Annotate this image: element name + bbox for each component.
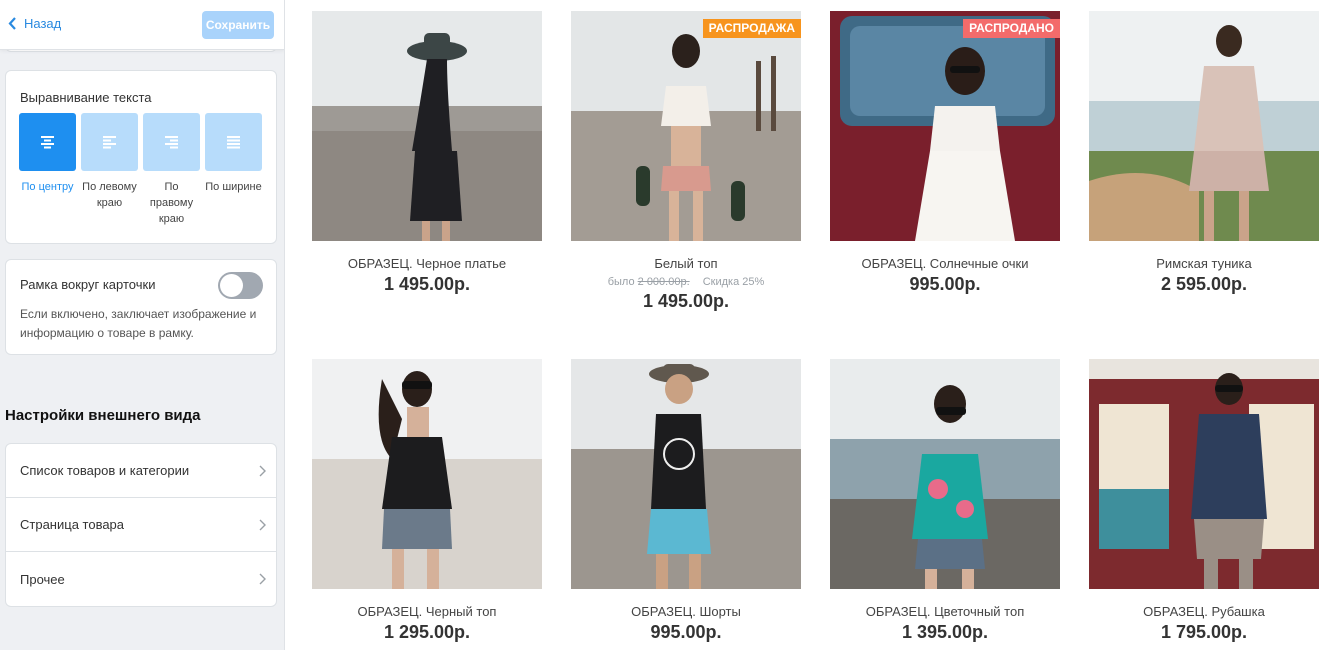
align-center-label: По центру [21,181,74,193]
menu-item-product-list[interactable]: Список товаров и категории [6,444,276,498]
card-frame-toggle[interactable] [218,272,263,299]
chevron-right-icon [259,519,266,531]
product-price: 995.00р. [650,622,722,642]
card-frame-description: Если включено, заключает изображение и и… [20,307,257,340]
old-price: 2 000.00р. [637,276,690,288]
back-button[interactable]: Назад [8,16,61,31]
appearance-menu: Список товаров и категории Страница това… [5,443,277,607]
product-card[interactable]: РАСПРОДАНО ОБРАЗЕЦ. Солнечные очки 995.0… [830,11,1060,295]
product-image[interactable]: РАСПРОДАЖА [571,11,801,241]
product-name[interactable]: Белый топ [571,256,801,271]
menu-item-label: Прочее [20,571,65,587]
product-image[interactable] [1089,359,1319,589]
chevron-left-icon [8,17,16,30]
card-frame-setting: Рамка вокруг карточки Если включено, зак… [5,259,277,355]
text-align-title: Выравнивание текста [20,90,152,105]
product-price: 1 795.00р. [1160,622,1248,642]
menu-item-other[interactable]: Прочее [6,552,276,606]
product-image[interactable] [571,359,801,589]
text-align-card: Выравнивание текста По центру По левому … [5,70,277,244]
product-price: 995.00р. [909,274,981,294]
align-left-label: По левому краю [82,181,137,209]
sale-badge: РАСПРОДАЖА [702,19,801,38]
text-align-options: По центру По левому краю По правому краю… [19,113,267,227]
align-right-label: По правому краю [149,181,194,225]
product-name[interactable]: ОБРАЗЕЦ. Цветочный топ [830,604,1060,619]
product-name[interactable]: Римская туника [1089,256,1319,271]
discount-label: Скидка 25% [702,276,765,288]
product-card[interactable]: ОБРАЗЕЦ. Рубашка 1 795.00р. [1089,359,1319,643]
align-center-option[interactable]: По центру [19,113,76,227]
toggle-knob [220,274,243,297]
product-image[interactable] [1089,11,1319,241]
align-justify-icon [227,135,240,148]
product-price: 1 395.00р. [901,622,989,642]
product-card[interactable]: РАСПРОДАЖА Белый топ было 2 000.00р. Ски… [571,11,801,312]
product-card[interactable]: ОБРАЗЕЦ. Черное платье 1 495.00р. [312,11,542,295]
product-card[interactable]: Римская туника 2 595.00р. [1089,11,1319,295]
product-name[interactable]: ОБРАЗЕЦ. Черный топ [312,604,542,619]
soldout-badge: РАСПРОДАНО [963,19,1060,38]
settings-sidebar: Назад Сохранить Выравнивание текста По ц… [0,0,285,650]
product-card[interactable]: ОБРАЗЕЦ. Черный топ 1 295.00р. [312,359,542,643]
product-name[interactable]: ОБРАЗЕЦ. Солнечные очки [830,256,1060,271]
align-right-icon [165,135,178,148]
product-price: 2 595.00р. [1160,274,1248,294]
menu-item-label: Страница товара [20,517,125,532]
save-button[interactable]: Сохранить [202,11,274,39]
product-price: 1 495.00р. [642,291,730,311]
old-price-prefix: было [607,276,635,288]
product-image[interactable] [312,359,542,589]
align-justify-option[interactable]: По ширине [205,113,262,227]
appearance-section-title: Настройки внешнего вида [5,407,201,424]
chevron-right-icon [259,573,266,585]
product-image[interactable] [830,359,1060,589]
chevron-right-icon [259,465,266,477]
align-justify-label: По ширине [205,181,262,193]
align-left-icon [103,135,116,148]
product-card[interactable]: ОБРАЗЕЦ. Цветочный топ 1 395.00р. [830,359,1060,643]
menu-item-product-page[interactable]: Страница товара [6,498,276,552]
align-left-option[interactable]: По левому краю [81,113,138,227]
align-center-icon [41,135,54,148]
menu-item-label: Список товаров и категории [20,463,190,478]
product-name[interactable]: ОБРАЗЕЦ. Шорты [571,604,801,619]
product-card[interactable]: ОБРАЗЕЦ. Шорты 995.00р. [571,359,801,643]
product-name[interactable]: ОБРАЗЕЦ. Черное платье [312,256,542,271]
product-image[interactable]: РАСПРОДАНО [830,11,1060,241]
card-frame-title: Рамка вокруг карточки [20,277,156,292]
product-price: 1 295.00р. [383,622,471,642]
product-old-price-line: было 2 000.00р. Скидка 25% [571,276,801,288]
product-price: 1 495.00р. [383,274,471,294]
back-label: Назад [24,16,62,31]
align-right-option[interactable]: По правому краю [143,113,200,227]
product-name[interactable]: ОБРАЗЕЦ. Рубашка [1089,604,1319,619]
sidebar-topbar: Назад Сохранить [0,0,284,50]
product-image[interactable] [312,11,542,241]
